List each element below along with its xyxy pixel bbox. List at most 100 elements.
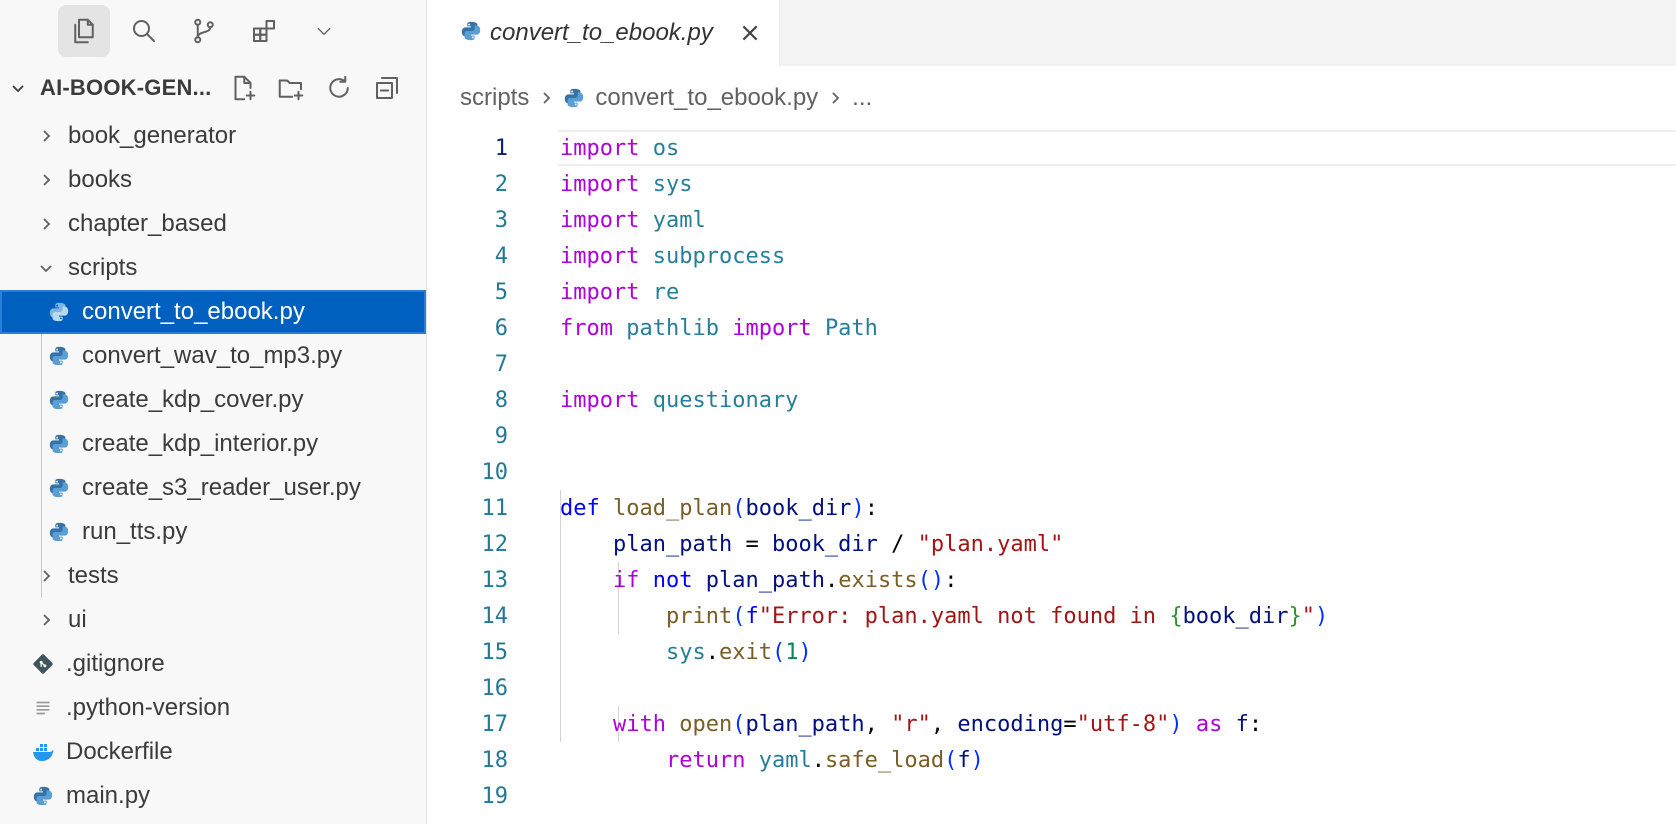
chevron-right-icon [36,613,56,627]
extensions-button[interactable] [238,5,290,57]
tree-file-create-kdp-interior[interactable]: create_kdp_interior.py [0,422,426,466]
tree-folder-scripts[interactable]: scripts [0,246,426,290]
code-line[interactable]: 19 [428,778,1676,814]
tab-label: convert_to_ebook.py [490,19,713,46]
code-line[interactable]: 16 [428,670,1676,706]
breadcrumb-folder[interactable]: scripts [460,84,529,112]
extensions-icon [253,20,275,42]
code-line[interactable]: 9 [428,418,1676,454]
line-number: 8 [494,387,508,413]
code-line[interactable]: 3 import yaml [428,202,1676,238]
code-line[interactable]: 14 print(f"Error: plan.yaml not found in… [428,598,1676,634]
source-control-icon [194,18,214,44]
tree-file-python-version[interactable]: .python-version [0,686,426,730]
code-line[interactable]: 7 [428,346,1676,382]
more-views-button[interactable] [298,5,350,57]
code-text: import os [560,135,680,161]
code-line[interactable]: 10 [428,454,1676,490]
code-line[interactable]: 13 if not plan_path.exists(): [428,562,1676,598]
editor-area: convert_to_ebook.py scripts convert_to_e… [428,0,1676,824]
tree-folder-ui[interactable]: ui [0,598,426,642]
chevron-right-icon [36,129,56,143]
code-text: with open(plan_path, "r", encoding="utf-… [612,711,1263,737]
line-number: 1 [494,135,508,161]
code-line[interactable]: 18 return yaml.safe_load(f) [428,742,1676,778]
tab-close-button[interactable] [737,20,763,46]
current-line-highlight [558,130,1676,166]
explorer-icon [74,18,94,44]
breadcrumb-more[interactable]: ... [852,84,872,112]
tree-file-create-kdp-cover[interactable]: create_kdp_cover.py [0,378,426,422]
search-icon [133,20,155,42]
new-folder-icon [279,79,304,101]
workspace-root-name: AI-BOOK-GEN... [40,75,212,100]
tab-convert-to-ebook[interactable]: convert_to_ebook.py [428,0,780,66]
code-line[interactable]: 8 import questionary [428,382,1676,418]
code-text: print(f"Error: plan.yaml not found in {b… [665,603,1329,629]
explorer-button[interactable] [58,5,110,57]
tree-folder-books[interactable]: books [0,158,426,202]
tree-file-create-s3-reader-user[interactable]: create_s3_reader_user.py [0,466,426,510]
git-file-icon [30,651,56,677]
search-button[interactable] [118,5,170,57]
code-line[interactable]: 5 import re [428,274,1676,310]
line-number: 4 [494,243,508,269]
code-text: sys.exit(1) [665,639,812,665]
line-number: 7 [494,351,508,377]
code-line[interactable]: 6 from pathlib import Path [428,310,1676,346]
chevron-down-icon [36,261,56,275]
new-file-button[interactable] [219,68,267,108]
python-file-icon [46,431,72,457]
python-file-icon [46,475,72,501]
line-number: 9 [494,423,508,449]
explorer-root-header[interactable]: AI-BOOK-GEN... [0,62,426,114]
code-line[interactable]: 12 plan_path = book_dir / "plan.yaml" [428,526,1676,562]
collapse-all-button[interactable] [363,68,411,108]
tree-file-convert-to-ebook[interactable]: convert_to_ebook.py [0,290,426,334]
code-line[interactable]: 1 import os [428,130,1676,166]
code-text: from pathlib import Path [560,315,878,341]
tree-file-gitignore[interactable]: .gitignore [0,642,426,686]
breadcrumb: scripts convert_to_ebook.py ... [428,66,1676,130]
code-text: import questionary [560,387,799,413]
tree-file-convert-wav-to-mp3[interactable]: convert_wav_to_mp3.py [0,334,426,378]
code-line[interactable]: 2 import sys [428,166,1676,202]
code-line[interactable]: 15 sys.exit(1) [428,634,1676,670]
line-number: 3 [494,207,508,233]
tree-folder-book-generator[interactable]: book_generator [0,114,426,158]
python-file-icon [46,299,72,325]
new-folder-button[interactable] [267,68,315,108]
collapse-all-icon [376,77,399,99]
new-file-icon [234,75,256,101]
line-number: 14 [481,603,509,629]
tree-folder-tests[interactable]: tests [0,554,426,598]
tree-file-main[interactable]: main.py [0,774,426,818]
chevron-right-icon [36,569,56,583]
code-text: plan_path = book_dir / "plan.yaml" [612,531,1064,557]
line-number: 10 [481,459,509,485]
line-number: 19 [481,783,509,809]
file-tree: book_generator books chapter_based scrip… [0,114,426,818]
line-number: 5 [494,279,508,305]
code-line[interactable]: 17 with open(plan_path, "r", encoding="u… [428,706,1676,742]
tree-file-run-tts[interactable]: run_tts.py [0,510,426,554]
explorer-sidebar: AI-BOOK-GEN... book_generator books chap… [0,0,427,824]
chevron-down-icon [317,27,331,35]
code-line[interactable]: 4 import subprocess [428,238,1676,274]
python-file-icon [46,387,72,413]
chevron-right-icon [828,91,842,105]
refresh-button[interactable] [315,68,363,108]
code-editor[interactable]: 1 import os 2 import sys 3 import yaml 4… [428,130,1676,814]
breadcrumb-file[interactable]: convert_to_ebook.py [595,84,818,112]
tree-folder-chapter-based[interactable]: chapter_based [0,202,426,246]
code-text: def load_plan(book_dir): [560,495,878,521]
python-file-icon [46,519,72,545]
code-text: if not plan_path.exists(): [612,567,958,593]
line-number: 16 [481,675,509,701]
code-line[interactable]: 11 def load_plan(book_dir): [428,490,1676,526]
line-number: 15 [481,639,509,665]
tree-file-dockerfile[interactable]: Dockerfile [0,730,426,774]
source-control-button[interactable] [178,5,230,57]
python-file-icon [460,20,482,47]
code-text: import re [560,279,680,305]
